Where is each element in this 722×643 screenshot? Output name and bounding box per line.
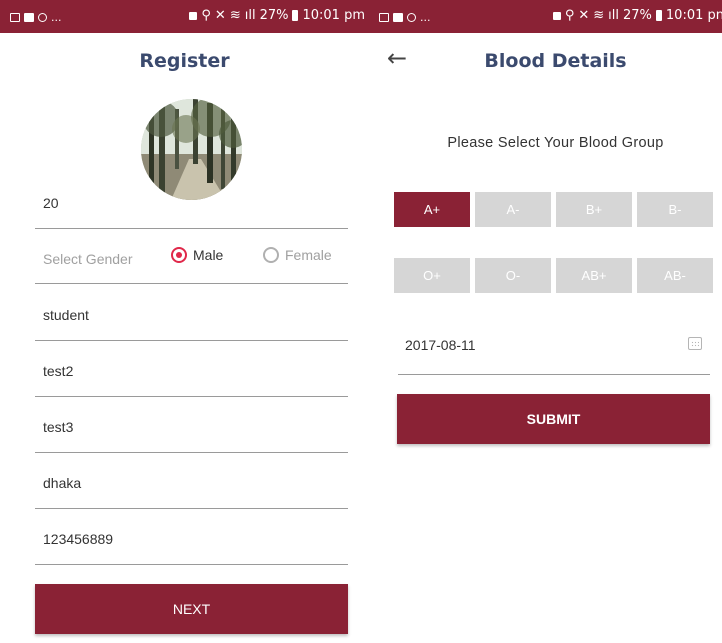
blood-group-o-positive[interactable]: O+ xyxy=(394,258,470,293)
camera-icon xyxy=(393,13,403,22)
gender-label: Select Gender xyxy=(43,251,133,267)
notification-icons: ... xyxy=(10,11,62,24)
blood-group-prompt: Please Select Your Blood Group xyxy=(447,135,664,151)
blood-details-screen: ... ⚲ ✕ ≋ ıll 27% 10:01 pn ← Blood Detai… xyxy=(369,0,722,643)
field-value: 123456889 xyxy=(43,531,114,547)
occupation-field[interactable]: student xyxy=(35,285,348,341)
blood-group-a-positive[interactable]: A+ xyxy=(394,192,470,227)
gallery-icon xyxy=(379,13,389,22)
battery-percent: 27% xyxy=(623,8,652,23)
system-icons: ⚲ ✕ ≋ ıll 27% 10:01 pn xyxy=(552,8,722,23)
address-field[interactable]: dhaka xyxy=(35,453,348,509)
profile-avatar[interactable] xyxy=(141,99,242,200)
age-value: 20 xyxy=(43,195,59,211)
camera-icon xyxy=(24,13,34,22)
system-icons: ⚲ ✕ ≋ ıll 27% 10:01 pm xyxy=(189,8,365,23)
blood-group-o-negative[interactable]: O- xyxy=(475,258,551,293)
lock-icon xyxy=(552,11,561,20)
notification-icons: ... xyxy=(379,11,431,24)
radio-unchecked-icon xyxy=(263,247,279,263)
text-field-2[interactable]: test2 xyxy=(35,341,348,397)
phone-field[interactable]: 123456889 xyxy=(35,509,348,565)
signal-icon: ıll xyxy=(608,8,619,23)
date-value: 2017-08-11 xyxy=(405,337,476,353)
clock: 10:01 pn xyxy=(665,8,722,23)
more-notifications-text: ... xyxy=(51,11,62,24)
location-icon: ⚲ xyxy=(201,8,211,23)
mute-icon: ✕ xyxy=(578,8,590,23)
blood-group-ab-positive[interactable]: AB+ xyxy=(556,258,632,293)
date-field[interactable]: 2017-08-11 xyxy=(398,322,710,375)
blood-group-a-negative[interactable]: A- xyxy=(475,192,551,227)
gender-female-label: Female xyxy=(285,247,332,263)
forest-photo xyxy=(141,99,242,200)
gallery-icon xyxy=(10,13,20,22)
brightness-icon xyxy=(38,13,47,22)
radio-checked-icon xyxy=(171,247,187,263)
page-title: Blood Details xyxy=(484,50,627,72)
text-field-3[interactable]: test3 xyxy=(35,397,348,453)
field-value: student xyxy=(43,307,89,323)
wifi-icon: ≋ xyxy=(593,8,605,23)
blood-group-b-positive[interactable]: B+ xyxy=(556,192,632,227)
clock: 10:01 pm xyxy=(302,8,365,23)
field-value: test3 xyxy=(43,419,74,435)
battery-icon xyxy=(292,10,299,21)
battery-icon xyxy=(655,10,662,21)
field-value: test2 xyxy=(43,363,74,379)
brightness-icon xyxy=(407,13,416,22)
gender-male-radio[interactable]: Male xyxy=(171,247,223,263)
submit-button[interactable]: SUBMIT xyxy=(397,394,710,444)
signal-icon: ıll xyxy=(244,8,256,23)
more-notifications-text: ... xyxy=(420,11,431,24)
battery-percent: 27% xyxy=(259,8,289,23)
mute-icon: ✕ xyxy=(214,8,226,23)
wifi-icon: ≋ xyxy=(229,8,241,23)
status-bar: ... ⚲ ✕ ≋ ıll 27% 10:01 pm xyxy=(0,0,369,33)
next-button[interactable]: NEXT xyxy=(35,584,348,634)
register-screen: ... ⚲ ✕ ≋ ıll 27% 10:01 pm Register 20 S… xyxy=(0,0,369,643)
status-bar: ... ⚲ ✕ ≋ ıll 27% 10:01 pn xyxy=(369,0,722,33)
lock-icon xyxy=(189,11,198,20)
calendar-icon[interactable] xyxy=(688,337,702,350)
gender-selector: Select Gender Male Female xyxy=(35,229,348,284)
page-title: Register xyxy=(139,50,230,72)
gender-male-label: Male xyxy=(193,247,224,263)
blood-group-ab-negative[interactable]: AB- xyxy=(637,258,713,293)
gender-female-radio[interactable]: Female xyxy=(263,247,332,263)
field-value: dhaka xyxy=(43,475,82,491)
blood-group-b-negative[interactable]: B- xyxy=(637,192,713,227)
location-icon: ⚲ xyxy=(564,8,575,23)
